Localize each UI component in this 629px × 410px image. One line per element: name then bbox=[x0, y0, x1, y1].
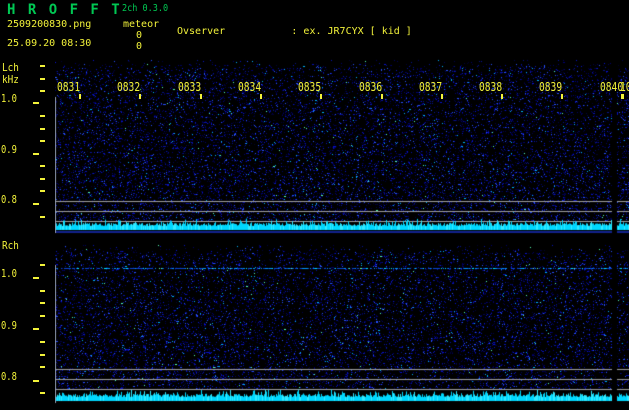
version-label: 2ch 0.3.0 bbox=[122, 3, 169, 14]
time-label-0836: 0836 bbox=[358, 80, 382, 94]
time-tick-0832 bbox=[139, 94, 142, 99]
time-tick-0839 bbox=[561, 94, 564, 99]
rch-minor-tick bbox=[40, 392, 45, 394]
rch-channel-label: Rch bbox=[2, 239, 19, 252]
rch-freq-label-1.0: 1.0 bbox=[1, 267, 17, 280]
time-label-0835: 0835 bbox=[298, 80, 322, 94]
khz-unit-label: kHz bbox=[2, 73, 19, 86]
time-label-partial: 10 bbox=[620, 80, 629, 94]
rch-minor-tick bbox=[40, 315, 45, 317]
lch-minor-tick bbox=[40, 190, 45, 192]
rch-freq-label-0.8: 0.8 bbox=[1, 370, 17, 383]
time-label-0833: 0833 bbox=[177, 80, 201, 94]
rch-minor-tick bbox=[40, 302, 45, 304]
lch-minor-tick bbox=[40, 65, 45, 67]
time-label-0838: 0838 bbox=[479, 80, 503, 94]
rch-minor-tick bbox=[40, 366, 45, 368]
lch-minor-tick bbox=[40, 215, 45, 218]
hrofft-window: H R O F F T 2ch 0.3.0 2509200830.png met… bbox=[0, 0, 629, 410]
lch-minor-tick bbox=[40, 77, 45, 80]
lch-freq-label-0.9: 0.9 bbox=[1, 142, 17, 156]
time-label-0832: 0832 bbox=[117, 80, 141, 94]
rch-minor-tick bbox=[40, 289, 45, 292]
app-title: H R O F F T bbox=[7, 2, 122, 18]
time-tick-0833 bbox=[199, 94, 202, 99]
time-label-0839: 0839 bbox=[539, 80, 563, 94]
rch-major-tick bbox=[33, 379, 39, 382]
lch-freq-label-0.8: 0.8 bbox=[1, 193, 17, 206]
time-tick-0838 bbox=[501, 94, 504, 99]
time-tick-0831 bbox=[79, 94, 81, 99]
lch-major-tick bbox=[33, 203, 39, 205]
time-tick-partial bbox=[621, 94, 623, 99]
lch-minor-tick bbox=[40, 165, 45, 167]
rch-spectrogram-canvas bbox=[55, 237, 629, 404]
rch-minor-tick bbox=[40, 353, 45, 356]
rch-minor-tick bbox=[40, 263, 45, 266]
lch-major-tick bbox=[33, 152, 39, 155]
time-label-0837: 0837 bbox=[418, 80, 442, 94]
rch-minor-tick bbox=[40, 341, 45, 343]
time-label-0834: 0834 bbox=[237, 80, 262, 94]
rch-freq-label-0.9: 0.9 bbox=[1, 318, 17, 332]
datetime-label: 25.09.20 08:30 bbox=[7, 38, 92, 49]
lch-minor-tick bbox=[40, 90, 45, 92]
time-label-0831: 0831 bbox=[57, 80, 81, 94]
lch-minor-tick bbox=[40, 127, 45, 130]
echo-count-rch: 0 bbox=[136, 41, 143, 52]
time-tick-0837 bbox=[440, 94, 443, 99]
echo-count-lch: 0 bbox=[136, 30, 143, 41]
output-filename: 2509200830.png bbox=[7, 19, 92, 30]
time-tick-0836 bbox=[380, 94, 383, 99]
lch-freq-label-1.0: 1.0 bbox=[1, 92, 17, 105]
lch-minor-tick bbox=[40, 177, 45, 180]
time-tick-0835 bbox=[320, 94, 323, 99]
lch-minor-tick bbox=[40, 140, 45, 142]
info-line-observer: Ovserver : ex. JR7CYX [ kid ] bbox=[177, 26, 412, 37]
lch-minor-tick bbox=[40, 115, 45, 117]
rch-major-tick bbox=[33, 276, 39, 279]
lch-major-tick bbox=[33, 102, 39, 104]
time-tick-0834 bbox=[259, 94, 262, 99]
mode-label: meteor bbox=[123, 19, 160, 30]
rch-major-tick bbox=[33, 328, 39, 330]
